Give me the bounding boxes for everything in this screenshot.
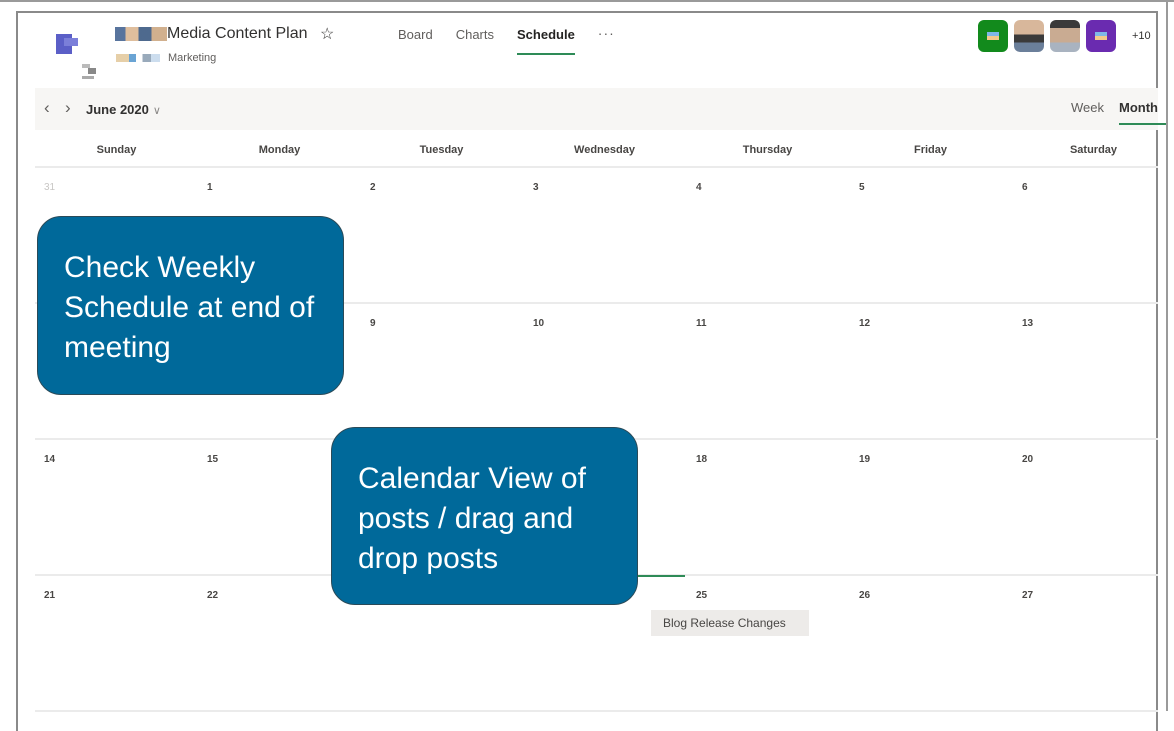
day-number: 20	[1022, 454, 1034, 465]
annotation-callout: Check Weekly Schedule at end of meeting	[37, 216, 344, 395]
day-number: 2	[370, 182, 376, 193]
dow-friday: Friday	[913, 144, 947, 156]
dow-thursday: Thursday	[742, 144, 793, 156]
avatar[interactable]	[978, 20, 1008, 52]
plan-title-area: Media Content Plan ☆	[115, 24, 334, 44]
day-number: 21	[44, 590, 56, 601]
month-label: June 2020	[86, 102, 149, 117]
day-cell[interactable]: 6	[1013, 168, 1174, 302]
day-number: 25	[696, 590, 708, 601]
calendar-toolbar: ‹ › June 2020 ∨ Week Month	[35, 88, 1166, 130]
avatar[interactable]	[1014, 20, 1044, 52]
plan-subtitle-area: Marketing	[116, 52, 216, 64]
day-number: 27	[1022, 590, 1034, 601]
day-number: 9	[370, 318, 376, 329]
dow-sunday: Sunday	[96, 144, 137, 156]
outer-frame-top	[0, 0, 1174, 2]
day-number: 31	[44, 182, 56, 193]
day-cell[interactable]: 20	[1013, 440, 1174, 574]
plan-logo-icon	[56, 34, 108, 82]
tab-schedule[interactable]: Schedule	[517, 27, 575, 55]
view-month[interactable]: Month	[1119, 100, 1166, 125]
tab-board[interactable]: Board	[398, 27, 433, 55]
day-cell[interactable]: 14	[35, 440, 198, 574]
day-cell[interactable]: 2	[361, 168, 524, 302]
day-number: 11	[696, 318, 707, 329]
day-number: 14	[44, 454, 56, 465]
day-number: 22	[207, 590, 219, 601]
day-cell[interactable]: 11	[687, 304, 850, 438]
day-cell[interactable]: 3	[524, 168, 687, 302]
day-number: 13	[1022, 318, 1034, 329]
day-number: 26	[859, 590, 871, 601]
month-picker[interactable]: June 2020 ∨	[86, 102, 161, 117]
day-cell[interactable]: 27	[1013, 576, 1174, 710]
avatar[interactable]	[1050, 20, 1080, 52]
more-members-count[interactable]: +10	[1132, 30, 1151, 42]
day-cell[interactable]: 9	[361, 304, 524, 438]
day-number: 12	[859, 318, 871, 329]
dow-saturday: Saturday	[1069, 144, 1118, 156]
calendar-event[interactable]: Blog Release Changes	[651, 610, 809, 636]
tab-charts[interactable]: Charts	[456, 27, 494, 55]
day-number: 5	[859, 182, 865, 193]
view-week[interactable]: Week	[1071, 100, 1104, 125]
day-cell[interactable]: 5	[850, 168, 1013, 302]
chevron-down-icon: ∨	[152, 105, 161, 117]
day-cell[interactable]: 19	[850, 440, 1013, 574]
day-number: 4	[696, 182, 702, 193]
day-cell[interactable]: 21	[35, 576, 198, 710]
day-number: 1	[207, 182, 213, 193]
group-name: Marketing	[168, 52, 217, 64]
day-number: 18	[696, 454, 708, 465]
obscured-title-prefix	[115, 27, 167, 41]
day-cell[interactable]: 25	[687, 576, 850, 710]
dow-monday: Monday	[258, 144, 301, 156]
obscured-group-icon	[116, 54, 160, 63]
plan-title: Media Content Plan	[167, 25, 308, 42]
day-of-week-header: Sunday Monday Tuesday Wednesday Thursday…	[35, 130, 1158, 168]
day-cell[interactable]: 10	[524, 304, 687, 438]
dow-tuesday: Tuesday	[419, 144, 464, 156]
chevron-left-icon[interactable]: ‹	[44, 98, 50, 118]
chevron-right-icon[interactable]: ›	[65, 98, 71, 118]
day-number: 6	[1022, 182, 1028, 193]
day-number: 19	[859, 454, 871, 465]
day-number: 10	[533, 318, 545, 329]
view-tabs: Board Charts Schedule ···	[398, 25, 615, 55]
annotation-callout: Calendar View of posts / drag and drop p…	[331, 427, 638, 605]
day-number: 3	[533, 182, 539, 193]
day-cell[interactable]: 12	[850, 304, 1013, 438]
more-options-icon[interactable]: ···	[598, 25, 615, 55]
day-number: 15	[207, 454, 219, 465]
day-cell[interactable]: 13	[1013, 304, 1174, 438]
dow-wednesday: Wednesday	[574, 144, 635, 156]
star-outline-icon[interactable]: ☆	[320, 26, 334, 43]
avatar[interactable]	[1086, 20, 1116, 52]
day-cell[interactable]: 4	[687, 168, 850, 302]
member-avatars: +10	[978, 20, 1151, 52]
day-cell[interactable]: 18	[687, 440, 850, 574]
drop-target-indicator	[636, 575, 685, 577]
day-cell[interactable]: 26	[850, 576, 1013, 710]
